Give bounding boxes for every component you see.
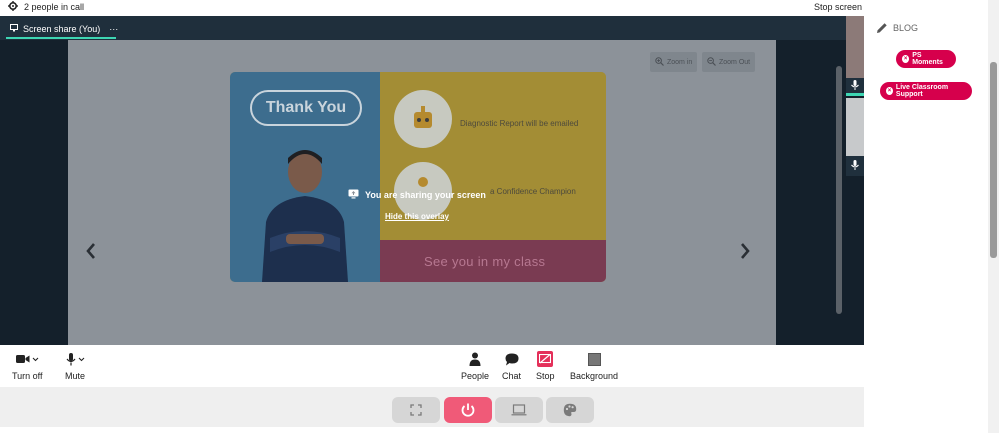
background-label: Background [570,371,619,381]
stop-share-button[interactable]: Stop [536,351,555,381]
bottom-tray [0,387,864,427]
people-count-label: 2 people in call [24,2,85,12]
monitor-icon [10,24,18,34]
background-button[interactable]: Background [570,351,618,381]
page-bottom-strip [0,427,864,433]
tab-active-indicator [6,37,116,39]
zoom-out-label: Zoom Out [719,58,751,66]
participant-video-1[interactable] [846,16,864,78]
call-controls: Turn off Mute People Chat Stop Backgroun… [0,345,864,387]
robot-icon [414,106,432,128]
pencil-icon [877,23,887,33]
mic-icon [851,80,859,90]
zoom-in-button[interactable]: Zoom in [650,52,698,72]
turn-off-label: Turn off [12,371,43,381]
sidebar: BLOG × PS Moments × Live Classroom Suppo… [864,0,1000,433]
people-button[interactable]: People [461,351,489,381]
fullscreen-icon [410,404,422,416]
zoom-in-icon [655,56,664,68]
chevron-down-icon[interactable] [32,357,39,362]
gear-icon[interactable] [8,1,18,13]
slide-line-1: Diagnostic Report will be emailed [460,119,579,128]
people-info[interactable]: 2 people in call [8,0,84,14]
camera-toggle[interactable]: Turn off [12,351,43,381]
mic-icon [851,160,859,170]
slide-blue-panel: Thank You [230,72,380,282]
live-classroom-support-button[interactable]: × Live Classroom Support [880,82,972,100]
tab-label: Screen share (You) [23,24,101,34]
zoom-out-button[interactable]: Zoom Out [702,52,756,72]
sidebar-scrollbar[interactable] [990,62,997,258]
close-icon: × [902,55,910,63]
chat-button[interactable]: Chat [502,351,521,381]
zoom-out-icon [707,56,716,68]
close-icon: × [886,87,893,95]
fullscreen-button[interactable] [392,397,440,423]
thank-you-bubble: Thank You [250,90,362,126]
chat-icon [505,353,518,365]
participant-1-mic[interactable] [846,78,864,96]
microphone-icon [66,352,75,365]
stop-share-icon [537,351,554,367]
presentation-slide: Thank You Diagnostic Report will be emai… [230,72,606,282]
blog-label: BLOG [893,23,919,33]
sharing-overlay: You are sharing your screen Hide this ov… [0,186,864,221]
report-icon-circle [394,90,452,148]
overlay-message: You are sharing your screen [348,189,486,201]
ps-moments-button[interactable]: × PS Moments [896,50,956,68]
hide-overlay-link[interactable]: Hide this overlay [0,212,864,221]
tab-bar: Screen share (You) ··· [0,16,864,40]
participant-video-2[interactable] [846,98,864,156]
background-icon [587,352,601,366]
end-call-button[interactable] [444,397,492,423]
more-icon[interactable]: ··· [109,24,118,34]
mic-toggle[interactable]: Mute [65,351,85,381]
theme-button[interactable] [546,397,594,423]
person-icon [469,352,481,366]
zoom-in-label: Zoom in [667,58,693,66]
people-label: People [461,371,490,381]
palette-icon [563,403,577,417]
tab-screen-share[interactable]: Screen share (You) ··· [6,19,122,39]
mute-label: Mute [65,371,86,381]
stop-screen-button[interactable]: Stop screen [814,0,862,14]
call-top-bar: 2 people in call Stop screen [0,0,864,16]
chevron-left-icon[interactable] [84,240,98,262]
chevron-right-icon[interactable] [738,240,752,262]
chevron-down-icon[interactable] [78,357,85,362]
screen-share-area: Screen share (You) ··· Zoom in Zoom Out [0,16,864,345]
video-camera-icon [15,355,30,363]
blog-heading[interactable]: BLOG [876,22,918,34]
screen-share-icon [348,189,359,201]
participant-2-mic[interactable] [846,156,864,176]
live-classroom-support-label: Live Classroom Support [895,84,949,98]
power-icon [461,403,475,417]
slide-footer: See you in my class [424,254,546,269]
laptop-button[interactable] [495,397,543,423]
ps-moments-label: PS Moments [912,52,943,66]
laptop-icon [511,404,527,416]
overlay-message-text: You are sharing your screen [365,190,486,200]
stop-label: Stop [536,371,555,381]
call-window: 2 people in call Stop screen Screen shar… [0,0,1000,433]
chat-label: Chat [502,371,522,381]
